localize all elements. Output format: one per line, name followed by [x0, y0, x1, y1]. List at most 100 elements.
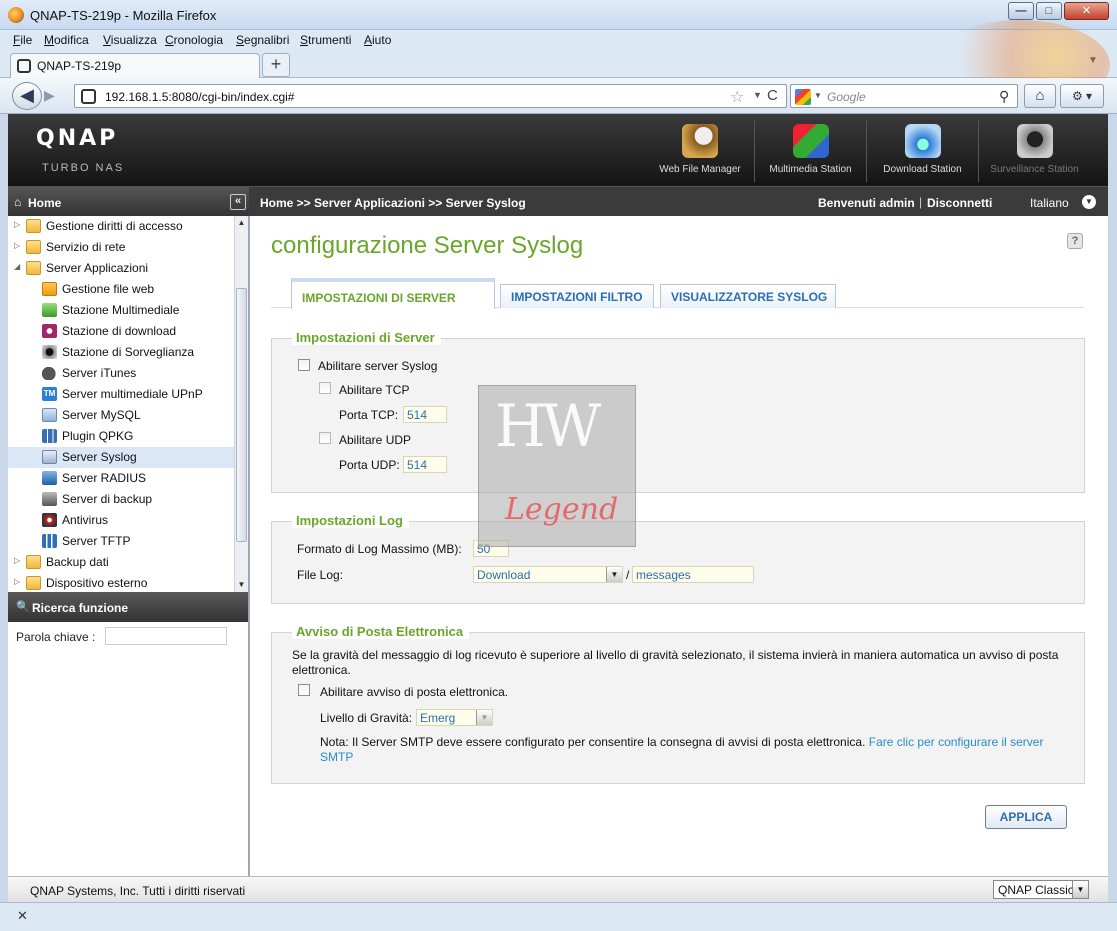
- breadcrumb: Home >> Server Applicazioni >> Server Sy…: [260, 196, 526, 210]
- menu-strumenti[interactable]: Strumenti: [300, 33, 351, 47]
- enable-tcp-checkbox[interactable]: [319, 382, 331, 394]
- apply-button[interactable]: APPLICA: [985, 805, 1067, 829]
- search-go-icon[interactable]: ⚲: [999, 88, 1009, 105]
- sidebar-item-backup-server[interactable]: Server di backup: [8, 489, 234, 510]
- sidebar-item-multimedia[interactable]: Stazione Multimediale: [8, 300, 234, 321]
- log-folder-select[interactable]: Download ▼: [473, 566, 623, 583]
- scroll-down-icon[interactable]: ▼: [235, 578, 248, 592]
- log-filename-input[interactable]: [632, 566, 754, 583]
- minimize-button[interactable]: —: [1008, 2, 1034, 20]
- menu-modifica[interactable]: Modifica: [44, 33, 89, 47]
- url-text[interactable]: 192.168.1.5:8080/cgi-bin/index.cgi#: [105, 90, 294, 104]
- expand-arrow-icon[interactable]: ▷: [14, 577, 20, 586]
- keyword-input[interactable]: [105, 627, 227, 645]
- surveillance-station-shortcut[interactable]: Surveillance Station: [978, 120, 1090, 182]
- home-tab[interactable]: ⌂ Home «: [8, 187, 249, 217]
- sidebar-item-upnp[interactable]: TM Server multimediale UPnP: [8, 384, 234, 405]
- theme-select[interactable]: QNAP Classic ▼: [993, 880, 1089, 899]
- language-selector[interactable]: Italiano: [1030, 196, 1069, 210]
- qnap-favicon-icon: [17, 59, 31, 73]
- chevron-down-icon[interactable]: ▼: [606, 567, 622, 582]
- menu-file[interactable]: File: [13, 33, 32, 47]
- apple-icon: [42, 366, 57, 380]
- close-window-button[interactable]: ✕: [1064, 2, 1109, 20]
- sidebar-item-surveillance[interactable]: Stazione di Sorveglianza: [8, 342, 234, 363]
- home-button[interactable]: ⌂: [1024, 84, 1056, 108]
- syslog-icon: [42, 450, 57, 464]
- sidebar-item-web-file[interactable]: Gestione file web: [8, 279, 234, 300]
- google-engine-icon[interactable]: [795, 89, 811, 105]
- tab-syslog-viewer[interactable]: VISUALIZZATORE SYSLOG: [660, 284, 836, 308]
- help-icon[interactable]: ?: [1067, 233, 1083, 249]
- search-bar[interactable]: ▼ Google ⚲: [790, 84, 1018, 108]
- radius-icon: [42, 471, 57, 485]
- sidebar-item-mysql[interactable]: Server MySQL: [8, 405, 234, 426]
- sidebar-item-label: Server MySQL: [62, 408, 141, 422]
- browser-tab[interactable]: QNAP-TS-219p: [10, 53, 260, 78]
- folder-icon: [42, 282, 57, 296]
- navigation-bar: ◀ ▶ 192.168.1.5:8080/cgi-bin/index.cgi# …: [0, 78, 1117, 114]
- sidebar-item-syslog[interactable]: Server Syslog: [8, 447, 234, 468]
- language-dropdown-icon[interactable]: ▼: [1082, 195, 1096, 209]
- sidebar-item-data-backup[interactable]: ▷ Backup dati: [8, 552, 234, 573]
- multimedia-station-shortcut[interactable]: Multimedia Station: [754, 120, 866, 182]
- home-label: Home: [28, 196, 62, 210]
- scroll-up-icon[interactable]: ▲: [235, 216, 248, 230]
- close-findbar-icon[interactable]: ✕: [17, 908, 28, 924]
- tab-server-settings[interactable]: IMPOSTAZIONI DI SERVER: [291, 278, 495, 309]
- sidebar-item-radius[interactable]: Server RADIUS: [8, 468, 234, 489]
- menu-visualizza[interactable]: Visualizza: [103, 33, 157, 47]
- reload-icon[interactable]: C: [767, 87, 778, 104]
- server-settings-legend: Impostazioni di Server: [292, 330, 441, 345]
- sidebar-item-download[interactable]: Stazione di download: [8, 321, 234, 342]
- expand-arrow-icon[interactable]: ▷: [14, 220, 20, 229]
- chevron-down-icon[interactable]: ▼: [1072, 881, 1088, 898]
- sidebar-item-label: Antivirus: [62, 513, 109, 527]
- menu-segnalibri[interactable]: Segnalibri: [236, 33, 289, 47]
- email-alert-legend: Avviso di Posta Elettronica: [292, 624, 470, 639]
- download-station-shortcut[interactable]: Download Station: [866, 120, 978, 182]
- sidebar-item-tftp[interactable]: Server TFTP: [8, 531, 234, 552]
- collapse-sidebar-icon[interactable]: «: [230, 194, 246, 210]
- history-dropdown-icon[interactable]: ▼: [753, 90, 762, 100]
- tab-list-button[interactable]: ▼: [1088, 55, 1098, 66]
- engine-dropdown-icon[interactable]: ▼: [814, 91, 822, 100]
- sidebar-item-external-device[interactable]: ▷ Dispositivo esterno: [8, 573, 234, 592]
- sidebar-item-network-service[interactable]: ▷ Servizio di rete: [8, 237, 234, 258]
- theme-value: QNAP Classic: [998, 883, 1074, 897]
- udp-port-input[interactable]: [403, 456, 447, 473]
- enable-syslog-checkbox[interactable]: [298, 359, 310, 371]
- menu-cronologia[interactable]: Cronologia: [165, 33, 223, 47]
- sidebar-item-qpkg[interactable]: Plugin QPKG: [8, 426, 234, 447]
- sidebar-scrollbar[interactable]: ▲ ▼: [234, 216, 248, 592]
- maximize-button[interactable]: □: [1036, 2, 1062, 20]
- logout-link[interactable]: Disconnetti: [927, 196, 992, 210]
- main-content: configurazione Server Syslog ? IMPOSTAZI…: [258, 216, 1108, 876]
- forward-button[interactable]: ▶: [44, 87, 64, 105]
- bookmark-star-icon[interactable]: ☆: [730, 87, 744, 107]
- search-placeholder[interactable]: Google: [827, 90, 866, 104]
- sidebar-item-itunes[interactable]: Server iTunes: [8, 363, 234, 384]
- collapse-arrow-icon[interactable]: ◢: [14, 262, 20, 271]
- chevron-down-icon[interactable]: ▼: [476, 710, 492, 725]
- enable-udp-checkbox[interactable]: [319, 432, 331, 444]
- address-bar[interactable]: 192.168.1.5:8080/cgi-bin/index.cgi# ☆ ▼ …: [74, 84, 787, 108]
- expand-arrow-icon[interactable]: ▷: [14, 241, 20, 250]
- new-tab-button[interactable]: +: [262, 53, 290, 77]
- scrollbar-thumb[interactable]: [236, 288, 247, 542]
- tab-filter-settings[interactable]: IMPOSTAZIONI FILTRO: [500, 284, 654, 308]
- sidebar-item-access-rights[interactable]: ▷ Gestione diritti di accesso: [8, 216, 234, 237]
- sidebar-item-label: Server RADIUS: [62, 471, 147, 485]
- severity-select[interactable]: Emerg ▼: [416, 709, 493, 726]
- sidebar-item-antivirus[interactable]: Antivirus: [8, 510, 234, 531]
- web-file-manager-shortcut[interactable]: Web File Manager: [644, 120, 756, 182]
- site-identity-icon[interactable]: [81, 89, 96, 104]
- addon-button[interactable]: ⚙ ▾: [1060, 84, 1104, 108]
- sidebar-item-application-servers[interactable]: ◢ Server Applicazioni: [8, 258, 234, 279]
- tcp-port-input[interactable]: [403, 406, 447, 423]
- back-button[interactable]: ◀: [12, 82, 42, 110]
- expand-arrow-icon[interactable]: ▷: [14, 556, 20, 565]
- log-folder-value: Download: [477, 568, 531, 582]
- enable-email-alert-checkbox[interactable]: [298, 684, 310, 696]
- menu-aiuto[interactable]: Aiuto: [364, 33, 391, 47]
